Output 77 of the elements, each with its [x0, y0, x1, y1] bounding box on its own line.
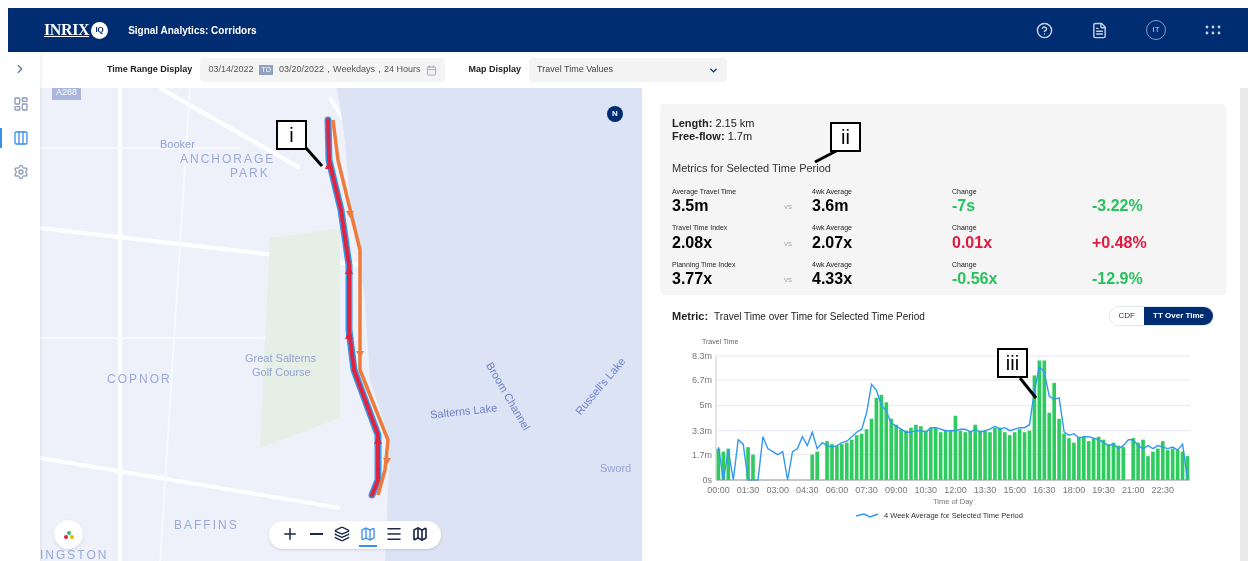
- map-icon: [360, 526, 376, 542]
- change-percent: -12.9%: [1092, 270, 1144, 287]
- y-tick-label: 5m: [699, 400, 712, 411]
- x-tick-label: 00:00: [707, 485, 730, 495]
- settings-icon: [13, 164, 29, 180]
- minus-icon: [309, 533, 323, 535]
- x-tick-label: 21:00: [1121, 485, 1145, 495]
- change-value: -7s: [952, 197, 977, 214]
- x-tick-label: 09:00: [884, 485, 908, 495]
- average-value: 4.33x: [812, 270, 854, 287]
- callout-label: i: [276, 120, 307, 150]
- map-label: INGSTON: [40, 549, 109, 561]
- toggle-tab[interactable]: TT Over Time: [1144, 307, 1213, 325]
- map-display-label: Map Display: [468, 63, 521, 77]
- map-label: Sword: [600, 461, 632, 476]
- y-tick-label: 8.3m: [692, 351, 712, 361]
- metrics-title: Metrics for Selected Time Period: [672, 161, 832, 176]
- x-tick-label: 15:00: [1003, 485, 1026, 495]
- change-value: 0.01x: [952, 233, 994, 251]
- map-label: Great Salterns: [245, 351, 316, 366]
- document-icon[interactable]: [1091, 21, 1108, 39]
- change-value: -0.56x: [952, 270, 999, 287]
- end-date-text: 03/20/2022，Weekdays，24 Hours: [279, 63, 421, 77]
- map-label: Salterns Lake: [429, 400, 498, 423]
- map-label: Booker: [160, 137, 195, 152]
- x-tick-label: 10:30: [914, 485, 938, 495]
- y-tick-label: 6.7m: [692, 374, 712, 385]
- average-value: 2.07x: [812, 233, 854, 251]
- free-flow-text: Free-flow: 1.7m: [672, 130, 753, 143]
- callout-label: iii: [997, 348, 1028, 378]
- metric-value: 2.08x: [672, 233, 714, 251]
- x-tick-label: 04:30: [796, 485, 819, 495]
- length-text: Length: 2.15 km: [672, 117, 755, 130]
- callout-label: ii: [830, 122, 861, 152]
- x-tick-label: 18:00: [1062, 485, 1086, 495]
- x-tick-label: 01:30: [736, 485, 760, 495]
- x-tick-label: 03:00: [766, 485, 789, 495]
- metric-title: Travel Time over Time for Selected Time Period: [714, 309, 925, 324]
- metric-value: 3.77x: [672, 270, 714, 287]
- map-label: ANCHORAGE: [180, 151, 276, 168]
- list-icon: [385, 525, 403, 543]
- map-label: COPNOR: [107, 371, 172, 388]
- dashboard-icon: [13, 96, 29, 112]
- x-tick-label: 13:30: [973, 485, 997, 495]
- x-tick-label: 12:00: [944, 485, 967, 495]
- metric-label: Metric:: [672, 308, 709, 324]
- columns-icon: [13, 130, 29, 146]
- logo-badge: IQ: [91, 21, 109, 39]
- y-tick-label: 0s: [702, 475, 712, 485]
- plus-icon: [281, 525, 299, 543]
- y-tick-label: 3.3m: [692, 425, 712, 436]
- change-percent: -3.22%: [1092, 197, 1144, 214]
- map-label: PARK: [230, 165, 270, 182]
- change-percent: +0.48%: [1092, 233, 1148, 251]
- y-tick-label: 1.7m: [692, 449, 712, 460]
- layers-icon: [334, 526, 350, 542]
- help-icon[interactable]: [1036, 21, 1053, 39]
- map-label: Golf Course: [252, 365, 311, 380]
- x-tick-label: 16:30: [1033, 485, 1056, 495]
- x-tick-label: 19:30: [1092, 485, 1115, 495]
- map-display-select[interactable]: Travel Time Values: [528, 58, 727, 82]
- metric-value: 3.5m: [672, 197, 710, 214]
- x-tick-label: 22:30: [1151, 485, 1175, 495]
- x-tick-label: 07:30: [855, 485, 878, 495]
- map-label: A288: [52, 88, 82, 100]
- logo-text: INRIX: [44, 20, 90, 40]
- app-title: Signal Analytics: Corridors: [128, 23, 257, 38]
- apps-grid-icon[interactable]: [1204, 25, 1222, 35]
- start-date: 03/14/2022: [208, 63, 254, 77]
- x-tick-label: 06:00: [825, 485, 849, 495]
- legend-line-icon: [855, 513, 879, 518]
- map-icon: [412, 526, 428, 542]
- time-range-label: Time Range Display: [107, 63, 193, 77]
- map-label: BAFFINS: [174, 517, 239, 534]
- colored-dots-icon: [62, 529, 75, 540]
- legend-colors-button[interactable]: [54, 520, 83, 549]
- average-value: 3.6m: [812, 197, 850, 214]
